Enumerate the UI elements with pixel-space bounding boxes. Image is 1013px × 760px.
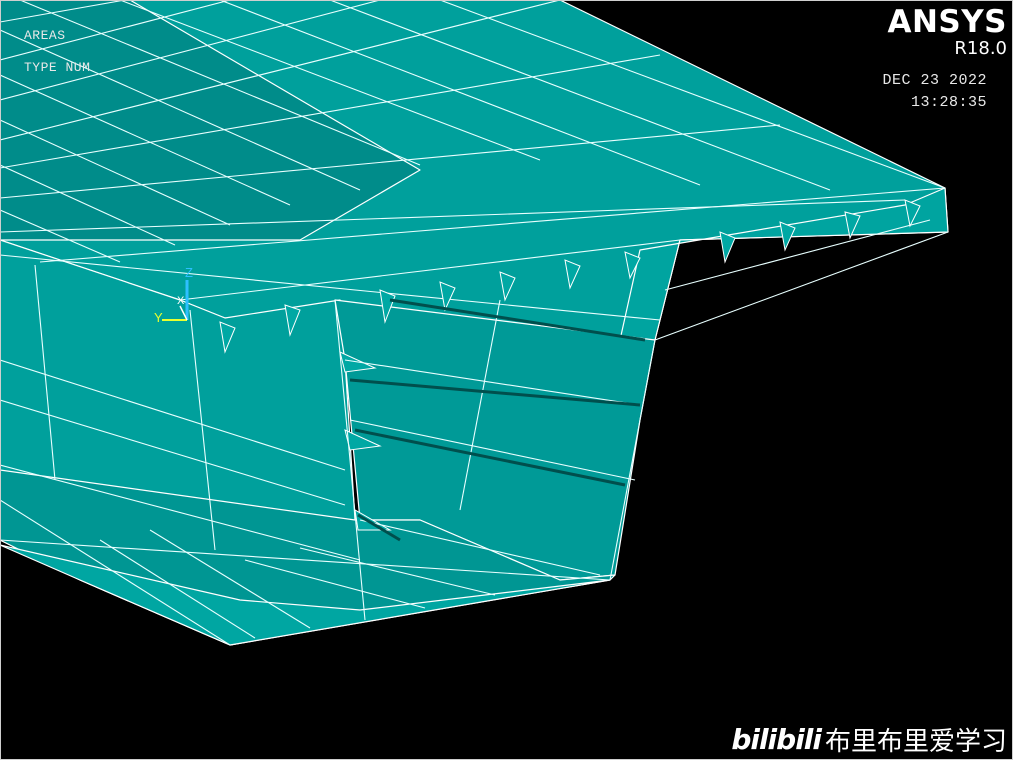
triad-y-label: Y <box>154 310 163 325</box>
areas-model-view[interactable]: Z Y X <box>0 0 1013 760</box>
date-stamp: DEC 23 2022 <box>882 72 987 89</box>
ansys-version: R18.0 <box>954 38 1007 59</box>
box-girder-areas <box>0 0 949 646</box>
triad-z-label: Z <box>185 265 193 280</box>
ansys-logo: ANSYS <box>887 4 1007 40</box>
video-watermark: bilibili 布里布里爱学习 <box>731 721 1007 758</box>
time-stamp: 13:28:35 <box>910 94 987 111</box>
bilibili-logo: bilibili <box>731 723 822 756</box>
watermark-text: 布里布里爱学习 <box>824 727 1007 757</box>
triad-x-label: X <box>177 295 185 307</box>
legend-areas-label: AREAS <box>24 28 66 43</box>
legend-type-num-label: TYPE NUM <box>24 60 91 75</box>
ansys-graphics-window[interactable]: Z Y X AREAS TYPE NUM ANSYS R18.0 DEC 23 … <box>0 0 1013 760</box>
